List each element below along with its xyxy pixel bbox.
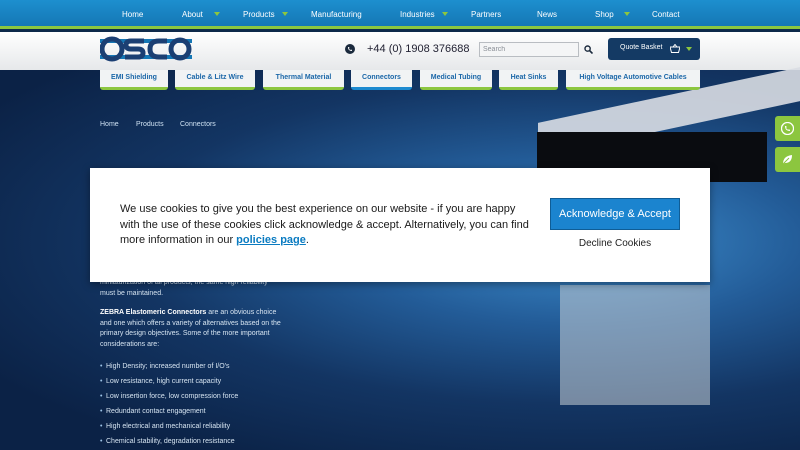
- quote-basket-label: Quote Basket: [620, 44, 663, 51]
- content-line: and one which offers a variety of altern…: [100, 319, 281, 327]
- nav-home[interactable]: Home: [122, 0, 143, 29]
- breadcrumb-products[interactable]: Products: [136, 121, 164, 128]
- search-icon[interactable]: [584, 45, 593, 54]
- list-item: Redundant contact engagement: [100, 408, 206, 415]
- nav-industries[interactable]: Industries: [400, 0, 435, 29]
- tab-connectors[interactable]: Connectors: [351, 70, 412, 90]
- tab-heat-sinks[interactable]: Heat Sinks: [499, 70, 558, 90]
- content-line: primary design objectives. Some of the m…: [100, 330, 270, 337]
- list-item: Low resistance, high current capacity: [100, 378, 221, 385]
- tab-thermal-material[interactable]: Thermal Material: [263, 70, 344, 90]
- cookie-message: We use cookies to give you the best expe…: [120, 202, 530, 249]
- content-text: are an obvious choice: [208, 309, 277, 316]
- quote-basket-button[interactable]: Quote Basket: [608, 38, 700, 60]
- list-item: Low insertion force, low compression for…: [100, 393, 238, 400]
- basket-icon: [670, 44, 680, 53]
- phone-widget-icon: [781, 122, 794, 135]
- nav-products[interactable]: Products: [243, 0, 275, 29]
- chevron-down-icon[interactable]: [282, 12, 288, 16]
- leaf-widget-button[interactable]: [775, 147, 800, 172]
- decline-cookies-button[interactable]: Decline Cookies: [560, 238, 670, 249]
- top-navigation: Home About Products Manufacturing Indust…: [0, 0, 800, 29]
- content-line: ZEBRA Elastomeric Connectors are an obvi…: [100, 308, 300, 319]
- content-line: considerations are:: [100, 340, 160, 348]
- acknowledge-accept-button[interactable]: Acknowledge & Accept: [550, 198, 680, 230]
- breadcrumb-home[interactable]: Home: [100, 121, 119, 128]
- phone-number[interactable]: +44 (0) 1908 376688: [367, 43, 469, 55]
- chevron-down-icon: [686, 47, 692, 51]
- tab-high-voltage-automotive-cables[interactable]: High Voltage Automotive Cables: [566, 70, 700, 90]
- search-input[interactable]: [479, 42, 579, 57]
- tab-emi-shielding[interactable]: EMI Shielding: [100, 70, 168, 90]
- nav-partners[interactable]: Partners: [471, 0, 501, 29]
- list-item: Chemical stability, degradation resistan…: [100, 438, 235, 445]
- cookie-message-text: We use cookies to give you the best expe…: [120, 203, 529, 246]
- nav-news[interactable]: News: [537, 0, 557, 29]
- zebra-heading: ZEBRA Elastomeric Connectors: [100, 309, 207, 316]
- phone-icon: [345, 44, 355, 54]
- tab-medical-tubing[interactable]: Medical Tubing: [420, 70, 492, 90]
- phone-widget-button[interactable]: [775, 116, 800, 141]
- nav-manufacturing[interactable]: Manufacturing: [311, 0, 362, 29]
- nav-contact[interactable]: Contact: [652, 0, 680, 29]
- hero-image-plate: [560, 285, 710, 405]
- cookie-consent-dialog: We use cookies to give you the best expe…: [90, 168, 710, 282]
- list-item: High Density; increased number of I/O's: [100, 363, 229, 370]
- policies-link[interactable]: policies page: [236, 234, 306, 246]
- chevron-down-icon[interactable]: [624, 12, 630, 16]
- nav-about[interactable]: About: [182, 0, 203, 29]
- breadcrumb-connectors[interactable]: Connectors: [180, 121, 216, 128]
- osco-logo[interactable]: [100, 36, 192, 62]
- site-header: +44 (0) 1908 376688 Quote Basket: [0, 32, 800, 70]
- tab-cable-litz-wire[interactable]: Cable & Litz Wire: [175, 70, 255, 90]
- content-line: must be maintained.: [100, 289, 164, 297]
- nav-shop[interactable]: Shop: [595, 0, 614, 29]
- cookie-message-end: .: [305, 234, 309, 246]
- list-item: High electrical and mechanical reliabili…: [100, 423, 230, 430]
- chevron-down-icon[interactable]: [214, 12, 220, 16]
- leaf-widget-icon: [782, 155, 792, 165]
- chevron-down-icon[interactable]: [442, 12, 448, 16]
